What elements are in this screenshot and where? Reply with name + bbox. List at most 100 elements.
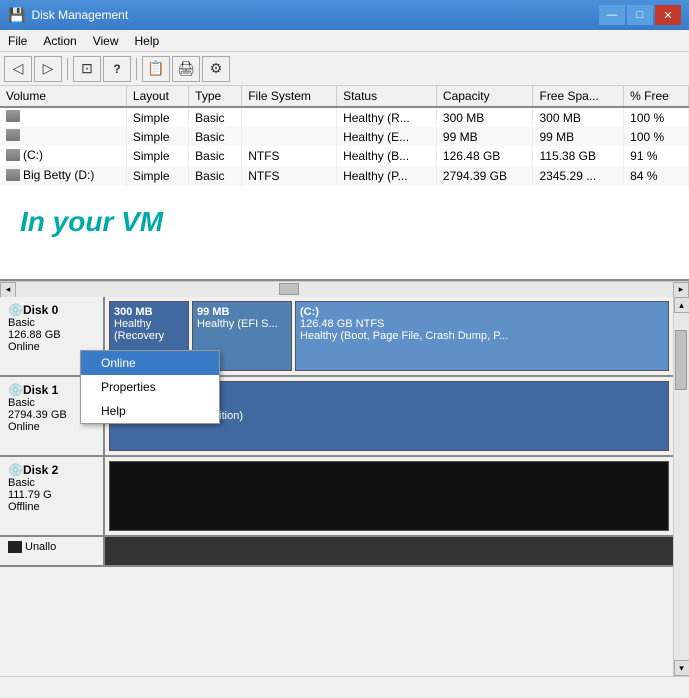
table-row[interactable]: (C:) Simple Basic NTFS Healthy (B... 126… [0,146,689,166]
disk-size: 111.79 G [8,489,95,501]
disk-icon [6,149,20,161]
cell-pct: 84 % [624,166,689,186]
table-row[interactable]: Big Betty (D:) Simple Basic NTFS Healthy… [0,166,689,186]
offline-bar [109,461,669,531]
unalloc-partition [105,537,673,565]
cell-capacity: 2794.39 GB [436,166,533,186]
toolbar-separator-1 [67,58,68,80]
cell-layout: Simple [126,107,188,127]
disk-drive-icon: 💿 [8,463,23,477]
toolbar-separator-2 [136,58,137,80]
disk-row: 💿Disk 2 Basic 111.79 G Offline [0,457,673,537]
v-scroll-up[interactable]: ▴ [674,297,689,313]
forward-button[interactable]: ▷ [34,56,62,82]
minimize-button[interactable]: — [599,5,625,25]
h-scrollbar[interactable]: ◂ ▸ [0,281,689,297]
view-button[interactable]: ⊡ [73,56,101,82]
disk-partitions-2 [105,457,673,535]
volume-icon [6,110,20,122]
volume-icon: (C:) [6,148,43,162]
v-scrollbar[interactable]: ▴ ▾ [673,297,689,676]
h-scroll-left[interactable]: ◂ [0,282,16,298]
settings-button[interactable]: ⚙ [202,56,230,82]
maximize-button[interactable]: □ [627,5,653,25]
menu-file[interactable]: File [0,32,35,50]
col-pct[interactable]: % Free [624,86,689,107]
disk-info-2: 💿Disk 2 Basic 111.79 G Offline [0,457,105,535]
h-scroll-right[interactable]: ▸ [673,282,689,298]
partition-sublabel: Healthy (EFI S... [197,318,287,330]
cell-status: Healthy (E... [337,127,437,146]
disk-drive-icon: 💿 [8,383,23,397]
menu-view[interactable]: View [85,32,127,50]
cell-type: Basic [189,166,242,186]
col-type[interactable]: Type [189,86,242,107]
menu-action[interactable]: Action [35,32,84,50]
cell-fs: NTFS [242,166,337,186]
v-scroll-track[interactable] [674,313,689,660]
window-title: Disk Management [31,8,128,22]
vm-text-area: In your VM [0,186,689,258]
cell-layout: Simple [126,166,188,186]
cell-pct: 100 % [624,127,689,146]
unalloc-label: Unallo [8,541,95,553]
partition-sublabel: 126.48 GB NTFS [300,318,664,330]
cell-free: 2345.29 ... [533,166,624,186]
cell-type: Basic [189,127,242,146]
col-layout[interactable]: Layout [126,86,188,107]
volume-icon: Big Betty (D:) [6,168,94,182]
table-row[interactable]: Simple Basic Healthy (R... 300 MB 300 MB… [0,107,689,127]
partition-name: (C:) [300,306,664,318]
table-row[interactable]: Simple Basic Healthy (E... 99 MB 99 MB 1… [0,127,689,146]
disk-name: 💿Disk 2 [8,463,95,477]
status-bar [0,676,689,698]
col-volume[interactable]: Volume [0,86,126,107]
cell-layout: Simple [126,127,188,146]
app-icon: 💾 [8,7,25,24]
title-bar-left: 💾 Disk Management [8,7,128,24]
unalloc-info: Unallo [0,537,105,565]
menu-bar: File Action View Help [0,30,689,52]
back-button[interactable]: ◁ [4,56,32,82]
partition[interactable]: (C:)126.48 GB NTFSHealthy (Boot, Page Fi… [295,301,669,371]
disk-name: 💿Disk 0 [8,303,95,317]
menu-help[interactable]: Help [127,32,168,50]
col-fs[interactable]: File System [242,86,337,107]
partition-name: 300 MB [114,306,184,318]
cell-type: Basic [189,107,242,127]
close-button[interactable]: ✕ [655,5,681,25]
cell-status: Healthy (R... [337,107,437,127]
cell-free: 300 MB [533,107,624,127]
cell-pct: 91 % [624,146,689,166]
col-free[interactable]: Free Spa... [533,86,624,107]
cell-capacity: 126.48 GB [436,146,533,166]
cell-status: Healthy (P... [337,166,437,186]
disk-icon [6,129,20,141]
partition-detail: Healthy (Boot, Page File, Crash Dump, P.… [300,330,664,342]
cell-capacity: 300 MB [436,107,533,127]
print-button[interactable]: 🖨 [172,56,200,82]
disk-size: 126.88 GB [8,329,95,341]
upper-panel: Volume Layout Type File System Status Ca… [0,86,689,281]
cell-fs [242,107,337,127]
cell-fs [242,127,337,146]
v-scroll-down[interactable]: ▾ [674,660,689,676]
help-button[interactable]: ? [103,56,131,82]
context-menu-item-online[interactable]: Online [81,351,219,375]
cell-fs: NTFS [242,146,337,166]
toolbar: ◁ ▷ ⊡ ? 📋 🖨 ⚙ [0,52,689,86]
title-bar-controls: — □ ✕ [599,5,681,25]
col-status[interactable]: Status [337,86,437,107]
context-menu-item-help[interactable]: Help [81,399,219,423]
context-menu-item-properties[interactable]: Properties [81,375,219,399]
properties-button[interactable]: 📋 [142,56,170,82]
h-scroll-track[interactable] [16,282,673,297]
vm-text: In your VM [20,206,163,238]
cell-free: 99 MB [533,127,624,146]
h-scroll-thumb[interactable] [279,283,299,295]
partition-name: 99 MB [197,306,287,318]
unalloc-row: Unallo [0,537,673,567]
col-capacity[interactable]: Capacity [436,86,533,107]
cell-volume [0,127,126,146]
v-scroll-thumb[interactable] [675,330,687,390]
